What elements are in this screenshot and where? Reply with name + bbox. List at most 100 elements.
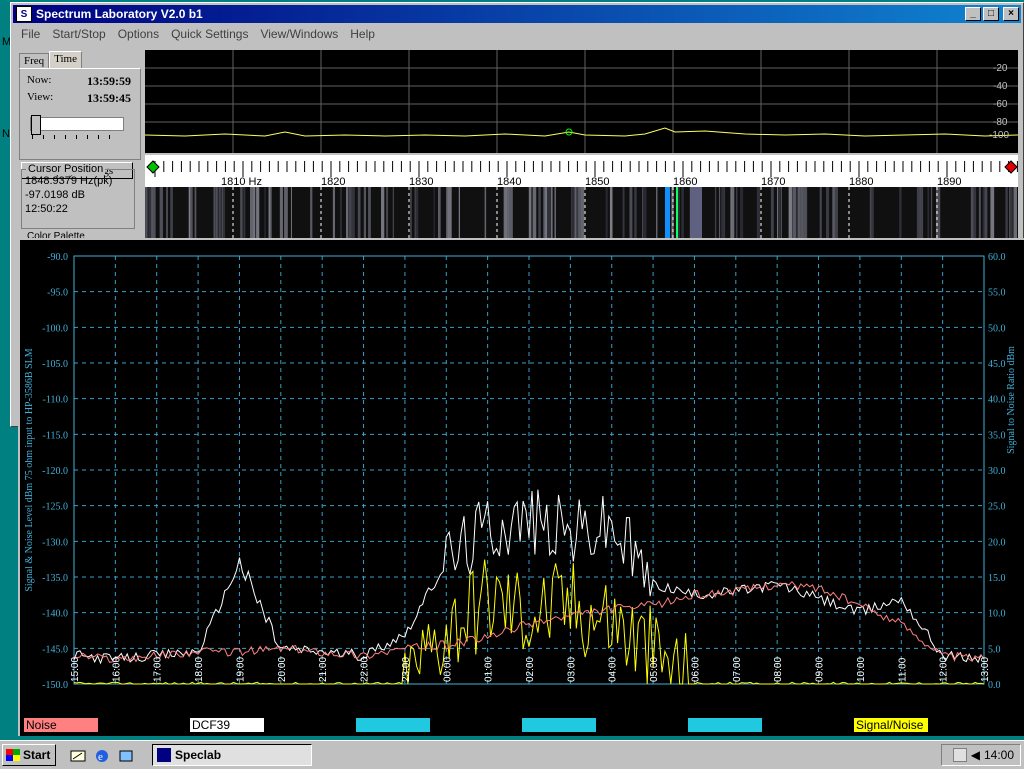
y-right-axis-title: Signal to Noise Ratio dBm: [1006, 346, 1017, 454]
db-label: -80: [993, 117, 1008, 128]
freq-tick-label: 1820: [321, 176, 345, 187]
start-label: Start: [23, 748, 51, 762]
menu-bar: File Start/Stop Options Quick Settings V…: [15, 25, 381, 43]
time-panel: Freq Time Now:13:59:59 View:13:59:45 Dis…: [19, 51, 141, 179]
freq-tick-label: 1840: [497, 176, 521, 187]
volume-icon[interactable]: ◀: [971, 748, 980, 762]
level-chart[interactable]: -90.0 -95.0 -100.0 -105.0 -110.0 -115.0 -120.0…: [20, 240, 1024, 716]
speclab-app-icon: S: [16, 6, 32, 22]
frequency-scale[interactable]: 1810 Hz 1820 1830 1840 1850 1860 1870 1880 1890: [145, 155, 1018, 187]
y-right-tick-label: 55.0: [988, 288, 1006, 299]
y-right-tick-label: 50.0: [988, 323, 1006, 334]
y-left-tick-label: -135.0: [42, 573, 68, 584]
menu-options[interactable]: Options: [112, 25, 165, 43]
x-tick-label: 00:00: [442, 657, 453, 682]
y-left-tick-label: -125.0: [42, 502, 68, 513]
y-right-tick-label: 30.0: [988, 466, 1006, 477]
freq-tick-label: 1830: [409, 176, 433, 187]
now-value: 13:59:59: [87, 74, 131, 88]
desktop-fragment: N: [2, 128, 10, 140]
show-desktop-icon[interactable]: [70, 748, 86, 764]
x-tick-label: 15:00: [70, 657, 81, 682]
close-button[interactable]: ×: [1003, 7, 1019, 21]
legend-noise: Noise: [24, 718, 98, 732]
x-tick-label: 13:00: [980, 657, 991, 682]
y-left-axis-title: Signal & Noise Level dBm 75 ohm input to…: [24, 348, 35, 591]
x-tick-label: 12:00: [939, 657, 950, 682]
left-marker-icon[interactable]: [146, 160, 160, 174]
y-left-tick-label: -95.0: [47, 288, 68, 299]
x-tick-label: 20:00: [277, 657, 288, 682]
y-left-tick-label: -145.0: [42, 644, 68, 655]
tab-time[interactable]: Time: [49, 51, 82, 68]
y-right-tick-label: 45.0: [988, 359, 1006, 370]
y-left-tick-label: -115.0: [43, 430, 68, 441]
x-tick-label: 08:00: [773, 657, 784, 682]
waterfall-display[interactable]: [145, 187, 1018, 239]
right-marker-icon[interactable]: [1004, 160, 1018, 174]
y-left-tick-label: -140.0: [42, 609, 68, 620]
x-tick-label: 23:00: [401, 657, 412, 682]
y-right-tick-label: 60.0: [988, 252, 1006, 263]
freq-tick-label: 1850: [585, 176, 609, 187]
chart-legend: Noise DCF39 Signal/Noise: [24, 718, 1022, 734]
x-tick-label: 02:00: [525, 657, 536, 682]
x-tick-label: 03:00: [566, 657, 577, 682]
maximize-button[interactable]: □: [983, 7, 999, 21]
time-slider[interactable]: [30, 115, 124, 135]
menu-quick-settings[interactable]: Quick Settings: [165, 25, 254, 43]
menu-help[interactable]: Help: [344, 25, 381, 43]
speclab-task-icon: [157, 748, 171, 762]
slider-thumb[interactable]: [31, 115, 41, 135]
y-left-tick-label: -110.0: [43, 395, 68, 406]
spectrum-graph[interactable]: -20 -40 -60 -80 -100: [145, 50, 1018, 153]
cursor-frequency: 1848.9379 Hz(pk): [25, 175, 113, 187]
cursor-level: -97.0198 dB: [25, 189, 85, 201]
internet-explorer-icon[interactable]: e: [94, 748, 110, 764]
x-tick-label: 10:00: [856, 657, 867, 682]
menu-view-windows[interactable]: View/Windows: [254, 25, 344, 43]
y-right-tick-label: 15.0: [988, 573, 1006, 584]
menu-file[interactable]: File: [15, 25, 46, 43]
view-value: 13:59:45: [87, 91, 131, 105]
tray-app-icon[interactable]: [952, 748, 967, 762]
channel-icon[interactable]: [118, 748, 134, 764]
db-label: -100: [989, 130, 1009, 141]
y-left-tick-label: -130.0: [42, 537, 68, 548]
freq-tick-label: 1890: [937, 176, 961, 187]
y-left-tick-label: -120.0: [42, 466, 68, 477]
cursor-position-group: Cursor Position 1848.9379 Hz(pk) -97.019…: [21, 163, 135, 229]
taskbar: Start e Speclab ◀ 14:00: [0, 740, 1024, 769]
clock[interactable]: 14:00: [984, 748, 1014, 762]
freq-tick-label: 1860: [673, 176, 697, 187]
time-box: Now: 13:59:59 View: 13:59:45: [19, 68, 141, 160]
y-right-tick-label: 35.0: [988, 430, 1006, 441]
title-bar[interactable]: S Spectrum Laboratory V2.0 b1 _ □ ×: [13, 5, 1021, 23]
x-tick-label: 07:00: [732, 657, 743, 682]
legend-dcf39: DCF39: [190, 718, 264, 732]
y-right-tick-label: 40.0: [988, 395, 1006, 406]
system-tray: ◀ 14:00: [941, 744, 1021, 766]
freq-tick-label: 1870: [761, 176, 785, 187]
db-label: -20: [993, 63, 1008, 74]
y-left-tick-label: -100.0: [42, 323, 68, 334]
svg-text:e: e: [98, 751, 103, 763]
taskbar-speclab[interactable]: Speclab: [152, 744, 312, 766]
legend-slot-4: [522, 718, 596, 732]
x-tick-label: 17:00: [153, 657, 164, 682]
x-tick-label: 11:00: [897, 657, 908, 682]
minimize-button[interactable]: _: [965, 7, 981, 21]
menu-start-stop[interactable]: Start/Stop: [46, 25, 111, 43]
db-label: -60: [993, 99, 1008, 110]
legend-slot-3: [356, 718, 430, 732]
y-left-tick-label: -150.0: [42, 680, 68, 691]
x-tick-label: 22:00: [360, 657, 371, 682]
start-button[interactable]: Start: [2, 744, 56, 766]
y-left-tick-label: -90.0: [47, 252, 68, 263]
tab-freq[interactable]: Freq: [19, 53, 50, 68]
window-title: Spectrum Laboratory V2.0 b1: [36, 7, 203, 21]
plot-window: -90.0 -95.0 -100.0 -105.0 -110.0 -115.0 -120.0…: [18, 238, 1024, 736]
cursor-time: 12:50:22: [25, 203, 68, 215]
x-tick-label: 01:00: [484, 657, 495, 682]
freq-tick-label: 1880: [849, 176, 873, 187]
